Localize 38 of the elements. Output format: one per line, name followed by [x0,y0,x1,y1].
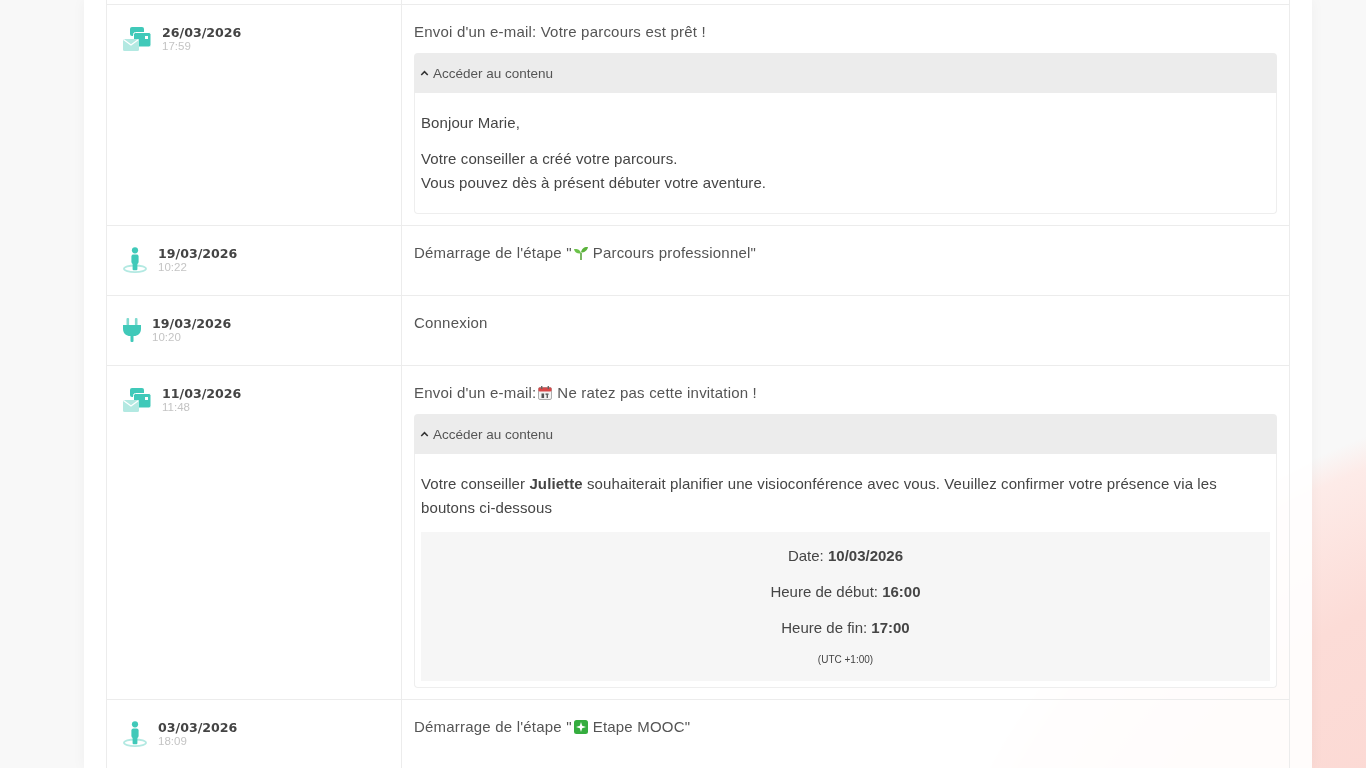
person-icon [123,720,147,747]
caret-icon [420,70,429,76]
email-text: Votre conseiller a créé votre parcours. [421,149,679,169]
event-time: 11:48 [162,401,190,413]
event-title: Etape MOOC" [592,717,691,737]
event-time: 18:09 [158,735,187,747]
calendar-icon [538,386,553,400]
event-time: 10:20 [152,331,181,343]
event-date: 26/03/2026 [162,25,242,40]
email-text: Vous pouvez dès à présent débuter votre aventure. [421,173,768,193]
event-time: 10:22 [158,261,187,273]
event-title: Démarrage de l'étape " [414,243,572,263]
caret-icon [420,431,429,437]
event-date: 19/03/2026 [152,316,232,331]
meeting-detail: Date: 10/03/2026 [787,546,904,566]
event-time: 17:59 [162,40,191,52]
event-date: 19/03/2026 [158,246,238,261]
email-icon [123,26,151,51]
email-text: Votre conseiller Juliette souhaiterait planifier une visioconférence avec vous. Veuillez confirmer votre présence via les boutons ci-dessous [421,474,1218,518]
timezone-note: (UTC +1:00) [817,653,874,667]
event-title: Envoi d'un e-mail: Votre parcours est prêt ! [414,22,706,42]
plug-icon [123,317,141,342]
content-toggle[interactable]: Accéder au contenu [414,414,1277,454]
event-title: Parcours professionnel" [592,243,757,263]
event-title: Connexion [414,313,488,333]
seedling-icon [573,246,588,260]
person-icon [123,246,147,273]
event-title: Démarrage de l'étape " [414,717,572,737]
email-icon [123,387,151,412]
meeting-detail: Heure de début: 16:00 [770,582,921,602]
sparkle-icon [573,720,588,734]
event-date: 11/03/2026 [162,386,242,401]
event-title: Ne ratez pas cette invitation ! [557,383,757,403]
event-title: Envoi d'un e-mail: [414,383,537,403]
content-toggle[interactable]: Accéder au contenu [414,53,1277,93]
email-text: Bonjour Marie, [421,113,521,133]
meeting-detail: Heure de fin: 17:00 [781,618,910,638]
event-date: 03/03/2026 [158,720,238,735]
